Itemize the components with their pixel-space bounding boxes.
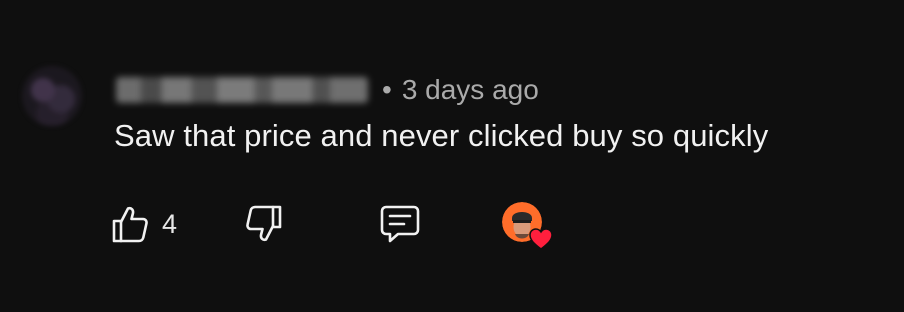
comment-actions: 4 [110,196,570,252]
creator-heart-badge[interactable] [502,196,553,252]
dislike-button[interactable] [244,196,284,252]
thumbs-up-icon [110,204,150,244]
thumbs-down-icon [244,204,284,244]
commenter-avatar[interactable] [22,66,82,126]
commenter-username[interactable]: @redacted_user3711 [116,77,368,103]
comment-text: Saw that price and never clicked buy so … [114,118,769,153]
like-button[interactable]: 4 [110,196,177,252]
username-text: @redacted_user3711 [116,77,117,78]
comment-timestamp[interactable]: 3 days ago [402,74,539,106]
creator-heart-icon [528,226,554,252]
comment-item: @redacted_user3711 • 3 days ago Saw that… [0,0,904,312]
comment-header: @redacted_user3711 • 3 days ago [116,72,539,108]
reply-comment-icon [378,202,422,246]
reply-button[interactable] [378,196,422,252]
creator-heart-indicator [502,202,553,250]
like-count: 4 [162,208,178,239]
separator-dot: • [382,74,392,105]
